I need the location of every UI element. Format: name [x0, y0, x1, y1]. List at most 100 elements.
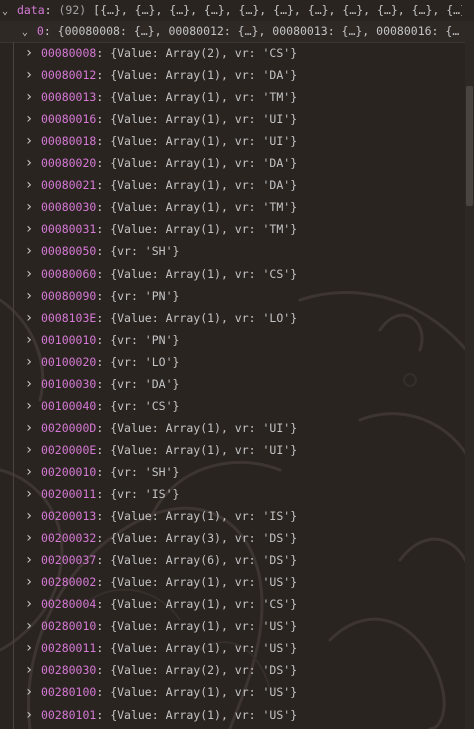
property-value: {Value: Array(1), vr: 'UI'}	[110, 112, 298, 127]
property-key: 00100040	[40, 398, 97, 413]
property-value: {vr: 'SH'}	[110, 244, 180, 259]
vertical-scrollbar[interactable]	[465, 42, 474, 729]
chevron-right-icon[interactable]: ›	[24, 593, 34, 615]
property-value: {vr: 'PN'}	[110, 288, 180, 303]
property-key: 00200010	[40, 464, 97, 479]
chevron-right-icon[interactable]: ›	[24, 42, 34, 64]
property-value: {Value: Array(1), vr: 'US'}	[110, 641, 298, 656]
property-row[interactable]: › 00080012: {Value: Array(1), vr: 'DA'}	[0, 64, 474, 86]
property-value: {Value: Array(2), vr: 'DS'}	[110, 663, 298, 678]
chevron-down-icon[interactable]: ⌄	[20, 22, 30, 42]
property-key: 00100010	[40, 332, 97, 347]
property-row[interactable]: › 00100010: {vr: 'PN'}	[0, 329, 474, 351]
property-row[interactable]: › 0008103E: {Value: Array(1), vr: 'LO'}	[0, 307, 474, 329]
property-row[interactable]: › 00080016: {Value: Array(1), vr: 'UI'}	[0, 108, 474, 130]
chevron-down-icon[interactable]: ⌄	[0, 2, 10, 21]
chevron-right-icon[interactable]: ›	[24, 395, 34, 417]
chevron-right-icon[interactable]: ›	[24, 108, 34, 130]
property-key: 00280101	[40, 707, 97, 722]
property-key: 0020000D	[40, 420, 97, 435]
chevron-right-icon[interactable]: ›	[24, 439, 34, 461]
property-row[interactable]: › 00080021: {Value: Array(1), vr: 'DA'}	[0, 174, 474, 196]
chevron-right-icon[interactable]: ›	[24, 659, 34, 681]
property-row[interactable]: › 00080060: {Value: Array(1), vr: 'CS'}	[0, 263, 474, 285]
chevron-right-icon[interactable]: ›	[24, 263, 34, 285]
property-row[interactable]: › 00100040: {vr: 'CS'}	[0, 395, 474, 417]
chevron-right-icon[interactable]: ›	[24, 218, 34, 240]
chevron-right-icon[interactable]: ›	[24, 174, 34, 196]
property-key: 00100030	[40, 376, 97, 391]
array-preview: [{…}, {…}, {…}, {…}, {…}, {…}, {…}, {…},…	[93, 3, 474, 17]
property-row[interactable]: › 00280100: {Value: Array(1), vr: 'US'}	[0, 681, 474, 703]
chevron-right-icon[interactable]: ›	[24, 285, 34, 307]
property-row[interactable]: › 00200032: {Value: Array(3), vr: 'DS'}	[0, 527, 474, 549]
chevron-right-icon[interactable]: ›	[24, 351, 34, 373]
property-value: {Value: Array(3), vr: 'DS'}	[110, 531, 298, 546]
chevron-right-icon[interactable]: ›	[24, 196, 34, 218]
property-row[interactable]: › 00080018: {Value: Array(1), vr: 'UI'}	[0, 130, 474, 152]
property-key: 00280011	[40, 641, 97, 656]
property-key: 00080050	[40, 244, 97, 259]
chevron-right-icon[interactable]: ›	[24, 64, 34, 86]
data-key: data	[16, 3, 45, 17]
chevron-right-icon[interactable]: ›	[24, 637, 34, 659]
property-row[interactable]: › 00280101: {Value: Array(1), vr: 'US'}	[0, 704, 474, 726]
property-key: 00080016	[40, 112, 97, 127]
property-row[interactable]: › 00200010: {vr: 'SH'}	[0, 461, 474, 483]
property-key: 00080018	[40, 134, 97, 149]
property-value: {Value: Array(1), vr: 'UI'}	[110, 134, 298, 149]
property-row[interactable]: › 00100020: {vr: 'LO'}	[0, 351, 474, 373]
property-row[interactable]: › 00100030: {vr: 'DA'}	[0, 373, 474, 395]
property-row[interactable]: › 00280030: {Value: Array(2), vr: 'DS'}	[0, 659, 474, 681]
array-count: (92)	[58, 3, 87, 17]
property-value: {Value: Array(1), vr: 'TM'}	[110, 200, 298, 215]
property-row[interactable]: › 00080013: {Value: Array(1), vr: 'TM'}	[0, 86, 474, 108]
property-row[interactable]: › 00280004: {Value: Array(1), vr: 'CS'}	[0, 593, 474, 615]
data-array-row[interactable]: ⌄ data: (92) [{…}, {…}, {…}, {…}, {…}, {…	[0, 0, 474, 22]
property-value: {Value: Array(1), vr: 'DA'}	[110, 178, 298, 193]
property-row[interactable]: › 00080050: {vr: 'SH'}	[0, 240, 474, 262]
chevron-right-icon[interactable]: ›	[24, 571, 34, 593]
array-item-0-row[interactable]: ⌄ 0: {00080008: {…}, 00080012: {…}, 0008…	[0, 21, 474, 43]
property-value: {Value: Array(1), vr: 'US'}	[110, 575, 298, 590]
item-preview: {00080008: {…}, 00080012: {…}, 00080013:…	[57, 24, 460, 38]
property-row[interactable]: › 00080020: {Value: Array(1), vr: 'DA'}	[0, 152, 474, 174]
chevron-right-icon[interactable]: ›	[24, 130, 34, 152]
scroll-edge	[462, 0, 474, 20]
devtools-console-tree: ⌄ data: (92) [{…}, {…}, {…}, {…}, {…}, {…	[0, 0, 474, 729]
property-key: 00080030	[40, 200, 97, 215]
scrollbar-thumb[interactable]	[466, 86, 473, 206]
chevron-right-icon[interactable]: ›	[24, 461, 34, 483]
property-row[interactable]: › 00200013: {Value: Array(1), vr: 'IS'}	[0, 505, 474, 527]
chevron-right-icon[interactable]: ›	[24, 307, 34, 329]
property-key: 00080090	[40, 288, 97, 303]
chevron-right-icon[interactable]: ›	[24, 240, 34, 262]
property-row[interactable]: › 00080090: {vr: 'PN'}	[0, 285, 474, 307]
chevron-right-icon[interactable]: ›	[24, 417, 34, 439]
chevron-right-icon[interactable]: ›	[24, 373, 34, 395]
chevron-right-icon[interactable]: ›	[24, 86, 34, 108]
property-row[interactable]: › 00080031: {Value: Array(1), vr: 'TM'}	[0, 218, 474, 240]
property-key: 00200032	[40, 531, 97, 546]
chevron-right-icon[interactable]: ›	[24, 615, 34, 637]
property-row[interactable]: › 00280010: {Value: Array(1), vr: 'US'}	[0, 615, 474, 637]
property-value: {Value: Array(1), vr: 'US'}	[110, 685, 298, 700]
property-row[interactable]: › 00280002: {Value: Array(1), vr: 'US'}	[0, 571, 474, 593]
chevron-right-icon[interactable]: ›	[24, 505, 34, 527]
chevron-right-icon[interactable]: ›	[24, 483, 34, 505]
property-row[interactable]: › 00080008: {Value: Array(2), vr: 'CS'}	[0, 42, 474, 64]
property-row[interactable]: › 00200037: {Value: Array(6), vr: 'DS'}	[0, 549, 474, 571]
chevron-right-icon[interactable]: ›	[24, 152, 34, 174]
chevron-right-icon[interactable]: ›	[24, 704, 34, 726]
chevron-right-icon[interactable]: ›	[24, 681, 34, 703]
property-row[interactable]: › 00200011: {vr: 'IS'}	[0, 483, 474, 505]
chevron-right-icon[interactable]: ›	[24, 527, 34, 549]
property-row[interactable]: › 00080030: {Value: Array(1), vr: 'TM'}	[0, 196, 474, 218]
property-row[interactable]: › 00280011: {Value: Array(1), vr: 'US'}	[0, 637, 474, 659]
property-row[interactable]: › 0020000E: {Value: Array(1), vr: 'UI'}	[0, 439, 474, 461]
chevron-right-icon[interactable]: ›	[24, 549, 34, 571]
chevron-right-icon[interactable]: ›	[24, 329, 34, 351]
property-value: {vr: 'IS'}	[110, 487, 180, 501]
property-key: 00080012	[40, 68, 97, 83]
property-row[interactable]: › 0020000D: {Value: Array(1), vr: 'UI'}	[0, 417, 474, 439]
